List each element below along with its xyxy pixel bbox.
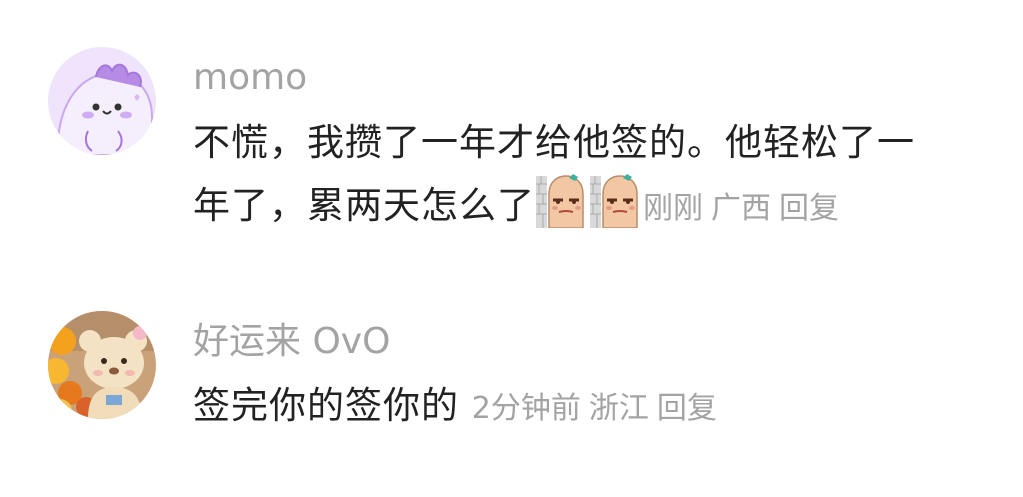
comment-location: 广西	[711, 191, 771, 226]
comment-text-line: 不慌，我攒了一年才给他签的。他轻松了一	[193, 121, 915, 164]
comment-time: 2分钟前	[471, 391, 581, 426]
comment-item: momo 不慌，我攒了一年才给他签的。他轻松了一 年了，累两天怎么了 刚刚 广西…	[0, 0, 1023, 270]
reply-button[interactable]: 回复	[657, 391, 717, 426]
comment-text-line-content: 签完你的签你的	[193, 384, 459, 427]
comment-text-line-content: 年了，累两天怎么了	[193, 184, 535, 227]
comment-text: 签完你的签你的 2分钟前 浙江 回复	[193, 375, 993, 440]
comment-time: 刚刚	[643, 191, 703, 226]
comment-text: 不慌，我攒了一年才给他签的。他轻松了一 年了，累两天怎么了 刚刚 广西 回复	[193, 112, 993, 240]
username[interactable]: momo	[193, 56, 307, 100]
purple-dinosaur-avatar-icon	[48, 47, 156, 155]
plush-toy-flowers-avatar-icon	[48, 311, 156, 419]
comment-item: 好运来 OvO 签完你的签你的 2分钟前 浙江 回复	[0, 270, 1023, 497]
comment-meta: 2分钟前 浙江 回复	[472, 391, 725, 426]
comment-text-line: 年了，累两天怎么了 刚刚 广西 回复	[193, 174, 993, 240]
smug-sausage-sticker-icon	[589, 174, 639, 228]
avatar[interactable]	[48, 311, 156, 419]
avatar[interactable]	[48, 47, 156, 155]
reply-button[interactable]: 回复	[779, 191, 839, 226]
comment-text-line: 签完你的签你的 2分钟前 浙江 回复	[193, 375, 993, 440]
comment-location: 浙江	[588, 391, 649, 426]
smug-sausage-sticker-icon	[535, 174, 585, 228]
comment-meta: 刚刚 广西 回复	[643, 191, 847, 226]
username[interactable]: 好运来 OvO	[193, 320, 390, 364]
